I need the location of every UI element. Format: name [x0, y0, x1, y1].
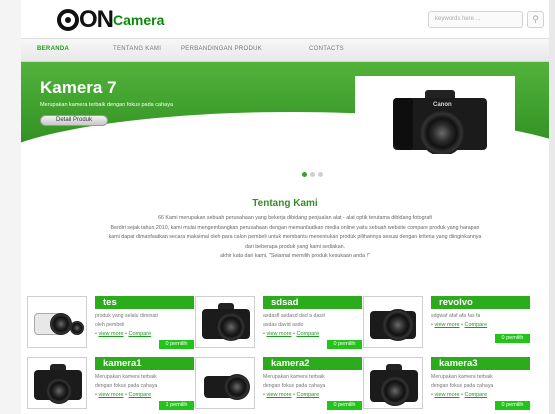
product-image[interactable]: [195, 357, 255, 409]
product-description-line: dengan fokus pada cahaya: [263, 382, 326, 389]
logo-text-camera: Camera: [113, 12, 165, 28]
product-card: tes produk yang selalu diminati oleh pem…: [27, 296, 194, 352]
product-description: Merupakan kamera terbaik dengan fokus pa…: [431, 373, 530, 390]
banner-subtitle: Merupakan kamera terbaik dengan fokus pa…: [40, 102, 174, 108]
compare-link[interactable]: Compare: [465, 322, 488, 328]
product-image[interactable]: [363, 296, 423, 348]
camera-icon: [368, 305, 420, 343]
product-title[interactable]: revolvo: [431, 296, 530, 309]
about-text: 66 Kami merupakan sebuah perusahaan yang…: [41, 214, 549, 262]
voter-count-badge: 0 pemilih: [159, 340, 194, 349]
product-card: kamera2 Merupakan kamera terbaik dengan …: [195, 357, 362, 413]
product-description-line: Merupakan kamera terbaik: [95, 374, 157, 380]
camera-icon: [32, 307, 84, 341]
product-card: kamera3 Merupakan kamera terbaik dengan …: [363, 357, 530, 413]
logo-text: ON Camera: [79, 6, 164, 34]
product-description-line: Merupakan kamera terbaik: [431, 374, 493, 380]
about-line: dari beberapa produk yang kami sediakan.: [244, 243, 346, 250]
banner-title: Kamera 7: [40, 78, 117, 97]
slider-dot[interactable]: [302, 172, 307, 177]
product-title[interactable]: tes: [95, 296, 194, 309]
product-links: • view more • Compare: [95, 331, 152, 337]
product-title[interactable]: kamera2: [263, 357, 362, 370]
product-image[interactable]: [27, 357, 87, 409]
compare-link[interactable]: Compare: [129, 392, 152, 398]
product-description: asdasfl asdasd dad a dasd asdas david as…: [263, 312, 362, 329]
product-links: • view more • Compare: [431, 392, 488, 398]
product-title[interactable]: sdsad: [263, 296, 362, 309]
banner-camera-image: Canon: [355, 76, 515, 154]
camera-lens-icon: [57, 9, 79, 31]
product-description-line: oleh pembeli: [95, 321, 125, 328]
product-description-line: Merupakan kamera terbaik: [263, 374, 325, 380]
product-image[interactable]: [27, 296, 87, 348]
view-more-link[interactable]: view more: [434, 322, 459, 328]
view-more-link[interactable]: view more: [434, 392, 459, 398]
voter-count-badge: 1 pemilih: [159, 401, 194, 410]
page-margin-right: [549, 0, 555, 414]
voter-count-badge: 0 pemilih: [327, 401, 362, 410]
camera-brand-label: Canon: [433, 102, 452, 108]
nav-item-perbandingan-produk[interactable]: PERBANDINGAN PRODUK: [181, 46, 262, 52]
nav-item-contacts[interactable]: CONTACTS: [309, 46, 344, 52]
search-input[interactable]: keywords here ...: [428, 11, 523, 28]
site-logo[interactable]: ON Camera: [57, 6, 164, 34]
voter-count-badge: 0 pemilih: [495, 334, 530, 343]
product-title[interactable]: kamera3: [431, 357, 530, 370]
product-title[interactable]: kamera1: [95, 357, 194, 370]
view-more-link[interactable]: view more: [98, 331, 123, 337]
product-description-line: dengan fokus pada cahaya: [95, 382, 158, 389]
nav-item-tentang-kami[interactable]: TENTANG KAMI: [113, 46, 161, 52]
camera-icon: Canon: [389, 90, 489, 154]
view-more-link[interactable]: view more: [266, 331, 291, 337]
product-description-line: asdasfl asdasd dad a dasd: [263, 313, 325, 319]
product-card: kamera1 Merupakan kamera terbaik dengan …: [27, 357, 194, 413]
product-links: • view more • Compare: [95, 392, 152, 398]
product-links: • view more • Compare: [263, 392, 320, 398]
product-description: produk yang selalu diminati oleh pembeli: [95, 312, 194, 329]
product-description: Merupakan kamera terbaik dengan fokus pa…: [263, 373, 362, 390]
product-description: Merupakan kamera terbaik dengan fokus pa…: [95, 373, 194, 390]
page: ON Camera keywords here ... ⚲ BERANDA TEN…: [21, 0, 549, 414]
product-image[interactable]: [195, 296, 255, 348]
logo-text-on: ON: [79, 6, 114, 33]
compare-link[interactable]: Compare: [129, 331, 152, 337]
search-icon[interactable]: ⚲: [527, 11, 544, 28]
about-line: 66 Kami merupakan sebuah perusahaan yang…: [158, 215, 432, 221]
product-description: sdgwaf afaf afa fas fa: [431, 312, 530, 321]
about-title: Tentang Kami: [252, 198, 318, 209]
view-more-link[interactable]: view more: [98, 392, 123, 398]
voter-count-badge: 0 pemilih: [327, 340, 362, 349]
compare-link[interactable]: Compare: [465, 392, 488, 398]
compare-link[interactable]: Compare: [297, 392, 320, 398]
view-more-link[interactable]: view more: [266, 392, 291, 398]
product-image[interactable]: [363, 357, 423, 409]
product-description-line: sdgwaf afaf afa fas fa: [431, 313, 481, 319]
about-line: kami dapat dimanfaatkan secara maksimal …: [108, 234, 482, 241]
nav-item-beranda[interactable]: BERANDA: [37, 46, 69, 52]
product-description-line: asdas david asdo: [263, 321, 304, 328]
camera-icon: [200, 366, 252, 406]
compare-link[interactable]: Compare: [297, 331, 320, 337]
hero-banner: Kamera 7 Merupakan kamera terbaik dengan…: [21, 62, 549, 154]
slider-dots: [302, 172, 332, 178]
about-line: Berdiri sejak tahun 2010, kami mulai men…: [110, 224, 480, 231]
slider-dot[interactable]: [318, 172, 323, 177]
main-nav: BERANDA TENTANG KAMI PERBANDINGAN PRODUK…: [21, 38, 549, 62]
product-links: • view more • Compare: [263, 331, 320, 337]
about-line: akhir kata dari kami, "Selamat memilih p…: [220, 253, 370, 260]
product-card: revolvo sdgwaf afaf afa fas fa • view mo…: [363, 296, 530, 352]
detail-produk-button[interactable]: Detail Produk: [40, 115, 108, 126]
page-margin-left: [0, 0, 21, 414]
slider-dot[interactable]: [310, 172, 315, 177]
camera-icon: [368, 364, 420, 408]
product-description-line: produk yang selalu diminati: [95, 313, 158, 319]
camera-icon: [32, 364, 84, 408]
camera-icon: [200, 303, 252, 343]
product-links: • view more • Compare: [431, 322, 488, 328]
product-description-line: dengan fokus pada cahaya: [431, 382, 494, 389]
header: ON Camera keywords here ... ⚲: [21, 0, 549, 38]
voter-count-badge: 0 pemilih: [495, 401, 530, 410]
product-card: sdsad asdasfl asdasd dad a dasd asdas da…: [195, 296, 362, 352]
